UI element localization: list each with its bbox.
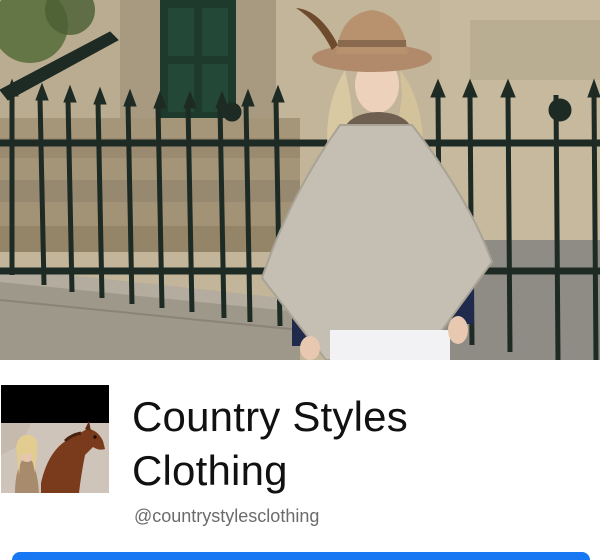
page-title-line-1: Country Styles	[132, 393, 408, 440]
page-title-line-2: Clothing	[132, 447, 288, 494]
page-handle: @countrystylesclothing	[134, 506, 320, 526]
primary-action-button[interactable]	[12, 552, 590, 560]
page-title: Country Styles Clothing	[132, 390, 572, 498]
profile-avatar[interactable]	[1, 385, 109, 493]
cover-photo[interactable]	[0, 0, 600, 360]
